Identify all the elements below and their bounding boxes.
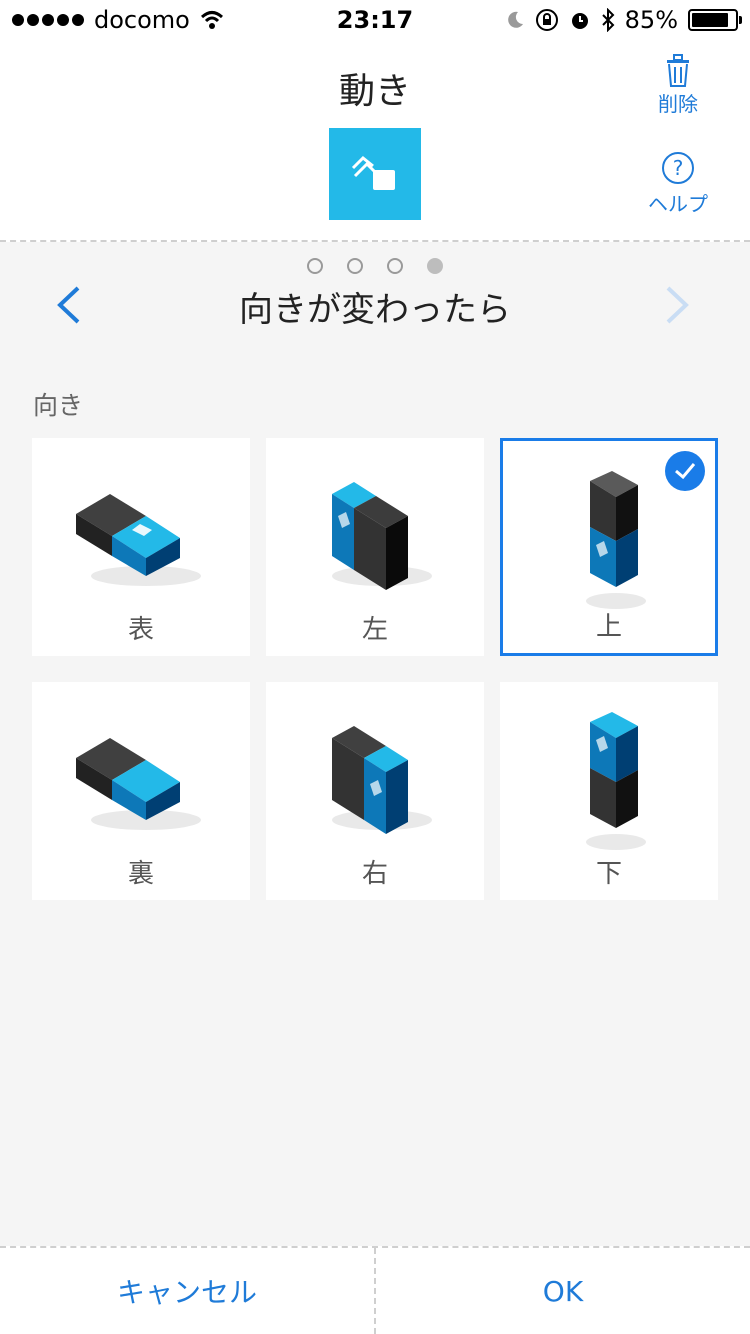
trash-icon (667, 54, 689, 87)
orientation-card-back[interactable]: 裏 (32, 682, 250, 900)
orientation-label: 上 (595, 612, 622, 642)
section-label: 向き (33, 391, 84, 420)
delete-button[interactable]: 削除 (648, 54, 708, 117)
orientation-label: 裏 (127, 859, 154, 889)
page-dot (387, 258, 403, 274)
cancel-button[interactable]: キャンセル (0, 1248, 376, 1334)
orientation-label: 左 (361, 615, 388, 645)
battery-icon (688, 9, 742, 31)
page-dot (427, 258, 443, 274)
orientation-card-top[interactable]: 上 (500, 438, 718, 656)
header: 動き 削除 ? ヘルプ (0, 40, 750, 242)
page-dot (347, 258, 363, 274)
block-front-icon (76, 494, 201, 586)
motion-blocks-icon (329, 128, 421, 220)
block-back-icon (76, 738, 201, 830)
delete-label: 削除 (658, 92, 698, 116)
alarm-icon (571, 13, 588, 29)
ok-button[interactable]: OK (376, 1248, 750, 1334)
block-right-icon (332, 726, 432, 834)
orientation-lock-icon (535, 9, 558, 31)
orientation-label: 下 (595, 859, 622, 889)
orientation-card-left[interactable]: 左 (266, 438, 484, 656)
status-bar: docomo 23:17 85% (0, 0, 750, 40)
help-label: ヘルプ (648, 192, 708, 216)
orientation-label: 右 (361, 859, 388, 889)
step-nav: 向きが変わったら (0, 278, 750, 338)
battery-percent: 85% (624, 6, 678, 34)
bluetooth-icon (601, 8, 615, 32)
checkmark-icon (665, 451, 705, 491)
orientation-card-front[interactable]: 表 (32, 438, 250, 656)
block-top-icon (586, 471, 646, 609)
page-indicator (0, 258, 750, 274)
step-title: 向きが変わったら (239, 290, 511, 330)
orientation-card-bottom[interactable]: 下 (500, 682, 718, 900)
help-icon: ? (662, 152, 694, 184)
battery-fill (692, 13, 728, 27)
status-right: 85% (505, 6, 742, 34)
block-bottom-icon (586, 712, 646, 850)
moon-icon (507, 11, 523, 28)
orientation-card-right[interactable]: 右 (266, 682, 484, 900)
block-left-icon (332, 482, 432, 590)
page-title: 動き (338, 71, 411, 112)
forward-chevron-icon (666, 286, 689, 324)
page-dot (307, 258, 323, 274)
footer: キャンセル OK (0, 1246, 750, 1334)
help-button[interactable]: ? ヘルプ (640, 152, 716, 217)
orientation-label: 表 (127, 615, 154, 645)
